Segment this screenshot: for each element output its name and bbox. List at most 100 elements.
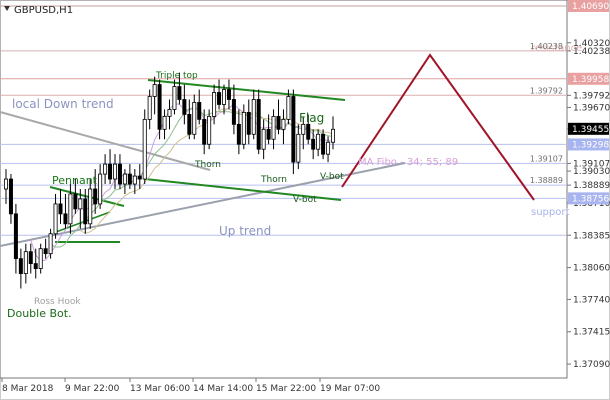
candle-body — [192, 102, 197, 135]
flag-label: Flag — [299, 111, 324, 125]
price-tag-label-1: 1.39958 — [572, 75, 609, 85]
candle-body — [226, 89, 231, 100]
candle-body — [88, 188, 93, 225]
candle-body — [93, 188, 98, 205]
price-tag-label-0: 1.40690 — [572, 2, 609, 12]
candle-body — [73, 193, 78, 210]
candle-body — [43, 248, 48, 255]
candle-body — [152, 84, 157, 97]
pennant-label: Pennant — [52, 174, 98, 187]
candle-body — [330, 128, 335, 143]
candle-body — [311, 138, 316, 150]
candle-body — [177, 86, 182, 100]
candle-body — [68, 193, 73, 225]
candle-body — [281, 118, 286, 130]
candle-body — [167, 109, 172, 117]
y-tick-label: 1.38889 — [573, 181, 610, 191]
candle-body — [217, 92, 222, 105]
candle-body — [182, 99, 187, 115]
ross-hook-label: Ross Hook — [34, 297, 81, 307]
level-label-3: 1.38889 — [530, 176, 563, 185]
y-tick-label: 1.37740 — [573, 295, 610, 305]
double-bot-label: Double Bot. — [7, 307, 72, 320]
candle-body — [236, 123, 241, 145]
candle-body — [221, 89, 226, 105]
y-tick-label: 1.39670 — [573, 103, 610, 113]
candle-body — [28, 251, 33, 265]
candle — [142, 109, 147, 185]
candle-body — [98, 173, 103, 205]
candle-body — [127, 173, 132, 185]
candle-body — [261, 128, 266, 150]
candle-body — [48, 233, 53, 255]
x-tick-label: 19 Mar 07:00 — [320, 384, 380, 394]
candle-body — [53, 203, 58, 235]
candle-body — [251, 99, 256, 135]
x-tick-label: 14 Mar 14:00 — [193, 384, 253, 394]
candle-body — [256, 99, 261, 150]
candle-body — [142, 118, 147, 180]
up-trend-label: Up trend — [219, 224, 271, 238]
candle-body — [202, 118, 207, 145]
candle-body — [187, 113, 192, 135]
candle-body — [38, 248, 43, 269]
candle-body — [172, 86, 177, 110]
thorn-label-1: Thorn — [194, 160, 221, 170]
x-tick-label: 13 Mar 06:00 — [130, 384, 190, 394]
candle-body — [246, 112, 251, 135]
candle-body — [132, 175, 137, 185]
chart-header[interactable]: GBPUSD,H1 — [4, 5, 73, 16]
y-tick-label: 1.39030 — [573, 167, 610, 177]
candle-body — [266, 128, 271, 140]
candle-body — [122, 173, 127, 185]
candle-body — [23, 251, 28, 274]
candle-body — [4, 178, 9, 190]
thorn-label-2: Thorn — [260, 175, 287, 185]
candle-body — [78, 198, 83, 210]
y-tick-label: 1.38060 — [573, 264, 610, 274]
local-down-trend-label: local Down trend — [12, 97, 114, 111]
y-tick-label: 1.39792 — [573, 91, 610, 101]
candle-body — [197, 102, 202, 120]
candle-body — [306, 123, 311, 140]
candle-body — [276, 115, 281, 130]
y-tick-label: 1.37415 — [573, 328, 610, 338]
current-price-label: 1.39455 — [572, 125, 609, 135]
candle-body — [137, 175, 142, 180]
candle-body — [326, 141, 331, 155]
symbol-label: GBPUSD,H1 — [14, 5, 73, 16]
level-label-0: 1.40238 — [530, 42, 563, 51]
triple-top-label: Triple top — [155, 71, 198, 81]
y-tick-label: 1.37090 — [573, 360, 610, 370]
price-tag-label-2: 1.39298 — [572, 140, 609, 150]
candle-body — [271, 115, 276, 140]
candle-body — [301, 123, 306, 135]
candle-body — [286, 96, 291, 120]
chart-canvas: GBPUSD,H1 local Down trend Up trend Penn… — [0, 0, 610, 400]
candle-body — [58, 203, 63, 215]
candle-body — [113, 163, 118, 180]
candle-body — [103, 163, 108, 175]
level-label-1: 1.39792 — [530, 86, 563, 95]
candle-body — [147, 96, 152, 120]
x-tick-label: 8 Mar 2018 — [2, 384, 54, 394]
x-tick-label: 15 Mar 22:00 — [256, 384, 316, 394]
candle-body — [241, 112, 246, 145]
candle — [291, 89, 296, 175]
candle-body — [108, 163, 113, 180]
candle — [256, 89, 261, 155]
support-label: support — [531, 207, 569, 218]
candle-body — [291, 96, 296, 163]
candle-body — [212, 92, 217, 117]
y-tick-label: 1.40320 — [573, 39, 610, 49]
ma-fibo-label: MA Fibo - 34; 55; 89 — [358, 157, 458, 168]
candle-body — [83, 198, 88, 225]
candle-body — [33, 263, 38, 269]
y-tick-label: 1.38385 — [573, 231, 610, 241]
candle-body — [296, 133, 301, 163]
candle-body — [321, 133, 326, 155]
candle-body — [13, 213, 18, 260]
candle-body — [207, 115, 212, 145]
x-tick-label: 9 Mar 22:00 — [65, 384, 120, 394]
candle-body — [117, 163, 122, 185]
